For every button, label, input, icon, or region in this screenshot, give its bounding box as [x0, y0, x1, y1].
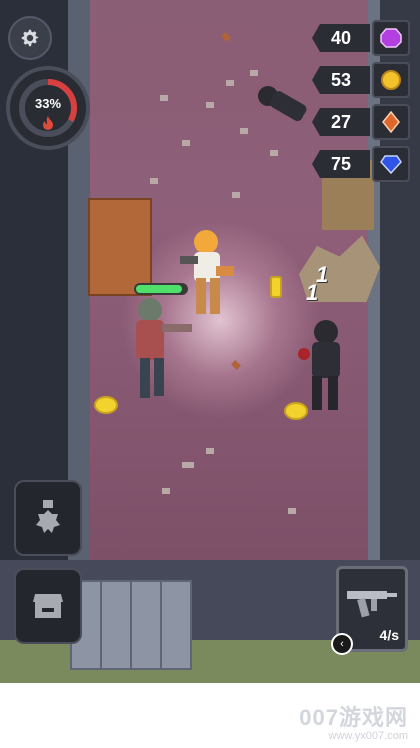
- player-health-fill: [136, 285, 182, 293]
- smg-icon: [347, 591, 397, 618]
- zombie-enemy-fallen: [258, 86, 307, 122]
- resource-value: 40: [312, 24, 370, 52]
- weapon-slot[interactable]: 4/s ‹: [331, 566, 408, 655]
- fire-rate: 4/s: [379, 627, 399, 643]
- resource-purple-gems: 40: [312, 20, 410, 56]
- blue-gem-icon: [380, 155, 402, 175]
- watermark: 007游戏网 www.yx007.com: [299, 700, 408, 742]
- resource-blue-gems: 75: [312, 146, 410, 182]
- zombie-enemy: [136, 298, 192, 398]
- skills-button[interactable]: [14, 480, 82, 556]
- heat-percent: 33%: [34, 96, 62, 111]
- player-health-bar: [134, 283, 188, 295]
- bookshelf: [88, 198, 152, 296]
- damage-number: 1: [306, 280, 319, 305]
- lockers: [70, 580, 192, 670]
- coin-pickup: [94, 396, 118, 414]
- resource-value: 75: [312, 150, 370, 178]
- heat-gauge: 33%: [6, 66, 90, 150]
- orange-crystal-icon: [382, 111, 400, 133]
- coin-pickup: [270, 276, 282, 298]
- prev-weapon-button[interactable]: ‹: [331, 633, 353, 655]
- resource-coins: 53: [312, 62, 410, 98]
- shop-icon: [33, 594, 63, 618]
- resource-value: 53: [312, 66, 370, 94]
- medal-icon: [36, 500, 60, 533]
- watermark-title: 007游戏网: [299, 705, 408, 730]
- zombie-enemy: [298, 320, 340, 410]
- gear-icon: [21, 29, 39, 47]
- shop-button[interactable]: [14, 568, 82, 644]
- resource-orange-crystals: 27: [312, 104, 410, 140]
- purple-gem-icon: [380, 28, 402, 48]
- flame-icon: [43, 116, 53, 130]
- gold-coin-icon: [381, 70, 401, 90]
- resource-value: 27: [312, 108, 370, 136]
- settings-button[interactable]: [8, 16, 52, 60]
